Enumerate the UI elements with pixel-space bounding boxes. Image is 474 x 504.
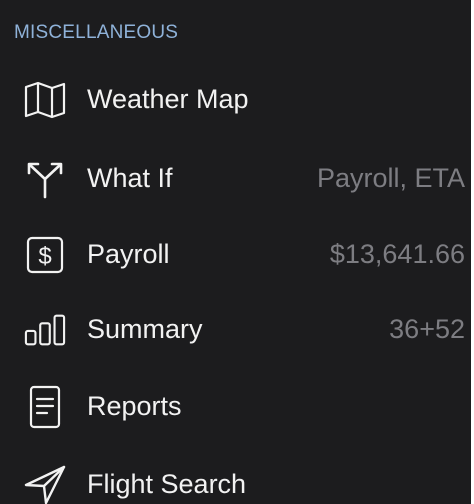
menu-item-payroll[interactable]: $ Payroll $13,641.66	[0, 222, 471, 286]
menu-item-label: Payroll	[87, 239, 170, 269]
menu-item-weather-map[interactable]: Weather Map	[0, 67, 471, 131]
document-icon	[24, 385, 66, 429]
menu-item-detail: Payroll, ETA	[316, 163, 465, 193]
branch-arrows-icon	[24, 158, 66, 200]
bar-chart-icon	[24, 309, 66, 351]
menu-item-label: What If	[87, 163, 173, 193]
menu-item-label: Weather Map	[87, 84, 249, 114]
map-icon	[24, 79, 66, 121]
menu-item-label: Reports	[87, 391, 182, 421]
svg-text:$: $	[38, 243, 51, 270]
menu-item-detail: 36+52	[389, 314, 465, 344]
menu-item-flight-search[interactable]: Flight Search	[0, 452, 471, 504]
menu-item-what-if[interactable]: What If Payroll, ETA	[0, 146, 471, 210]
menu-item-detail: $13,641.66	[329, 239, 465, 269]
section-header: MISCELLANEOUS	[14, 22, 179, 43]
dollar-sign-icon: $	[24, 234, 66, 276]
menu-item-reports[interactable]: Reports	[0, 374, 471, 438]
menu-item-label: Summary	[87, 314, 203, 344]
menu-item-summary[interactable]: Summary 36+52	[0, 297, 471, 361]
paper-plane-icon	[24, 464, 66, 504]
menu-item-label: Flight Search	[87, 469, 247, 499]
miscellaneous-panel: MISCELLANEOUS Weather Map What If Payrol…	[0, 0, 474, 504]
